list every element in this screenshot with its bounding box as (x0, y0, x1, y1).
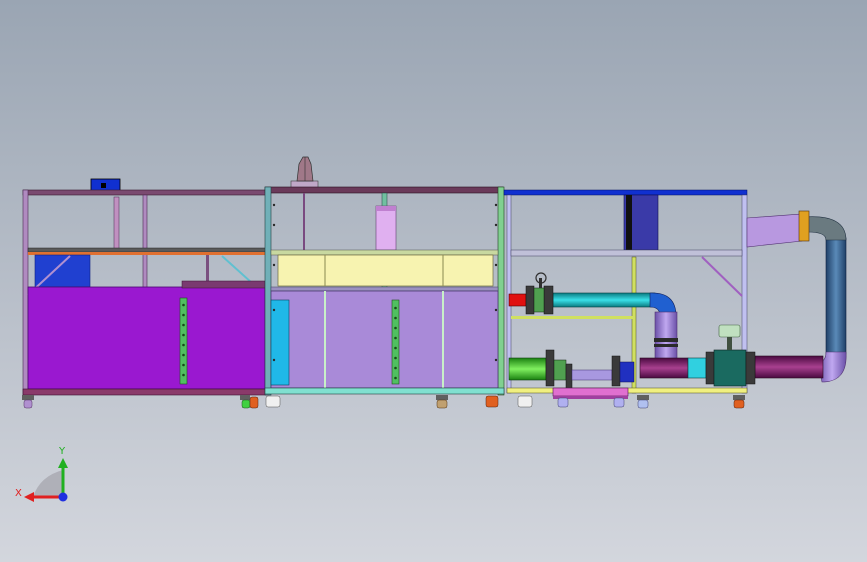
center-blue-panel (270, 299, 290, 386)
connector-flange (611, 355, 621, 387)
teal-flange-2 (543, 285, 554, 315)
green-pipe[interactable] (508, 357, 547, 381)
triad-y-label: Y (58, 446, 66, 457)
center-cylinder[interactable] (375, 205, 397, 251)
left-mid-rail (27, 247, 269, 253)
main-pipe-flange-1 (705, 351, 715, 385)
left-post-3 (113, 196, 120, 250)
exhaust-duct[interactable] (746, 213, 803, 248)
vertical-purple-pipe[interactable] (654, 311, 678, 361)
left-mid-rail-2 (28, 252, 268, 255)
center-mid-rail (270, 249, 499, 256)
vertical-return-pipe[interactable] (825, 237, 847, 355)
green-valve[interactable] (553, 359, 567, 381)
left-top-rail (22, 189, 269, 196)
center-upper-tank[interactable] (277, 254, 494, 287)
left-tank-lid (181, 280, 266, 289)
red-pipe-stub (508, 293, 527, 307)
teal-pipe[interactable] (552, 292, 656, 308)
pump-motor-cap (718, 324, 741, 338)
main-pump[interactable] (713, 349, 747, 387)
cad-viewport[interactable]: X Y (0, 0, 867, 562)
connector-body (619, 361, 635, 383)
center-top-rail (264, 186, 504, 194)
right-mid-rail (510, 249, 743, 257)
center-band (270, 286, 499, 292)
top-flange (798, 210, 810, 242)
center-post-right (497, 186, 505, 396)
main-pipe-cyan (687, 357, 707, 379)
main-pipe-flange-2 (745, 351, 756, 385)
teal-flange-1 (525, 285, 535, 315)
main-pipe[interactable] (639, 357, 689, 379)
right-lower-rail (511, 316, 633, 319)
bottom-return-pipe[interactable] (754, 355, 824, 379)
left-tank[interactable] (27, 286, 266, 390)
triad-z-axis (58, 492, 68, 502)
cad-canvas[interactable]: X Y (0, 0, 867, 562)
lower-skid (552, 387, 629, 397)
teal-valve-body[interactable] (533, 287, 545, 313)
triad-x-label: X (15, 488, 22, 499)
center-post-left (264, 186, 272, 396)
connector-pipe (571, 369, 613, 381)
control-box-detail (101, 183, 106, 188)
center-lower-tank[interactable] (270, 290, 499, 389)
right-top-rail (503, 189, 748, 196)
left-sight-glass (179, 297, 188, 385)
left-hanger (206, 255, 209, 281)
center-sight-glass (391, 299, 400, 385)
center-base (264, 387, 505, 395)
left-base (22, 388, 269, 396)
green-flange-1 (545, 349, 555, 387)
left-post-1 (22, 189, 29, 396)
green-flange-2 (565, 363, 573, 391)
center-rod (303, 193, 305, 251)
